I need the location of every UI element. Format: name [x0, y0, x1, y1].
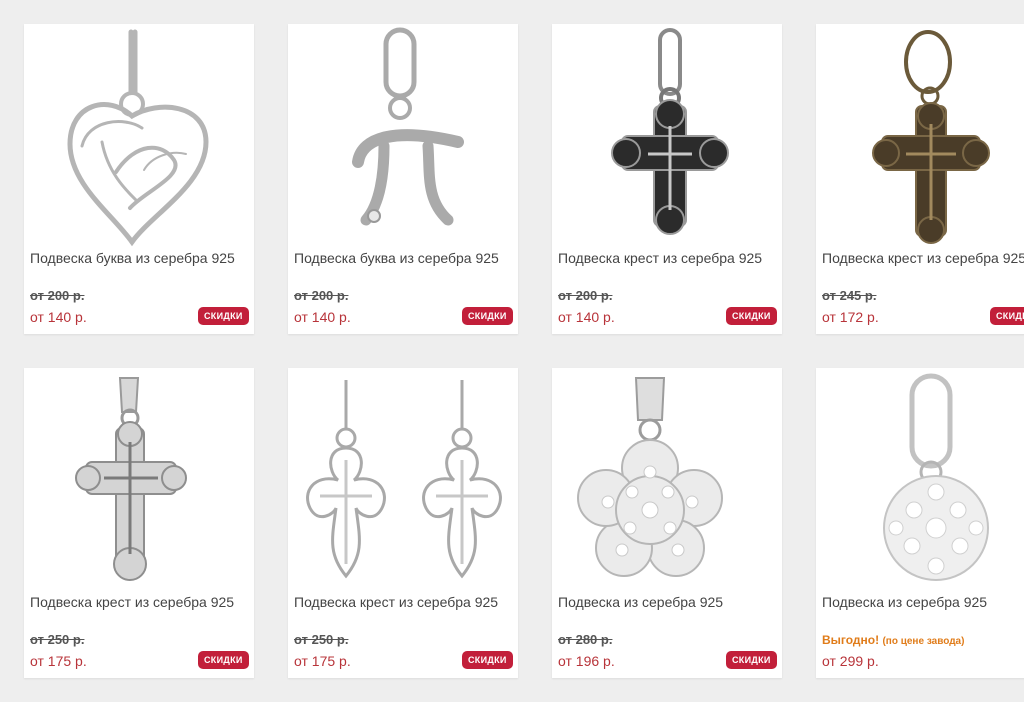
letter-p-pendant-image[interactable]: [288, 24, 518, 250]
old-price: от 200 р.: [294, 288, 349, 303]
old-price: от 250 р.: [294, 632, 349, 647]
discount-badge[interactable]: скидки: [198, 651, 249, 669]
product-title[interactable]: Подвеска крест из серебра 925: [30, 594, 254, 610]
product-title[interactable]: Подвеска крест из серебра 925: [294, 594, 518, 610]
product-card[interactable]: Подвеска из серебра 925 от 280 р. от 196…: [552, 368, 782, 678]
discount-badge[interactable]: скидки: [462, 651, 513, 669]
price: от 140 р.: [294, 309, 351, 325]
product-title[interactable]: Подвеска буква из серебра 925: [30, 250, 254, 266]
price: от 140 р.: [558, 309, 615, 325]
bronze-cross-pendant-image[interactable]: [816, 24, 1024, 250]
old-price: от 280 р.: [558, 632, 613, 647]
discount-badge[interactable]: скидки: [726, 307, 777, 325]
crystal-flower-pendant-image[interactable]: [552, 368, 782, 594]
old-price: от 245 р.: [822, 288, 877, 303]
crystal-ball-pendant-image[interactable]: [816, 368, 1024, 594]
promo-note: (по цене завода): [882, 636, 965, 647]
old-price: от 200 р.: [558, 288, 613, 303]
old-price: от 200 р.: [30, 288, 85, 303]
product-title[interactable]: Подвеска из серебра 925: [558, 594, 782, 610]
product-title[interactable]: Подвеска крест из серебра 925: [558, 250, 782, 266]
product-title[interactable]: Подвеска из серебра 925: [822, 594, 1024, 610]
price: от 172 р.: [822, 309, 879, 325]
discount-badge[interactable]: скидки: [462, 307, 513, 325]
price: от 175 р.: [294, 653, 351, 669]
promo-main: Выгодно!: [822, 633, 880, 647]
discount-badge[interactable]: скидки: [198, 307, 249, 325]
product-card[interactable]: Подвеска крест из серебра 925 от 250 р. …: [288, 368, 518, 678]
price: от 175 р.: [30, 653, 87, 669]
product-card[interactable]: Подвеска буква из серебра 925 от 200 р. …: [288, 24, 518, 334]
heart-letter-pendant-image[interactable]: [24, 24, 254, 250]
black-cross-pendant-image[interactable]: [552, 24, 782, 250]
product-card[interactable]: Подвеска буква из серебра 925 от 200 р. …: [24, 24, 254, 334]
product-title[interactable]: Подвеска крест из серебра 925: [822, 250, 1024, 266]
old-price: от 250 р.: [30, 632, 85, 647]
price: от 299 р.: [822, 653, 879, 669]
price: от 140 р.: [30, 309, 87, 325]
product-card[interactable]: Подвеска из серебра 925 Выгодно! (по цен…: [816, 368, 1024, 678]
product-title[interactable]: Подвеска буква из серебра 925: [294, 250, 518, 266]
filigree-cross-pair-image[interactable]: [288, 368, 518, 594]
discount-badge[interactable]: скидки: [990, 307, 1024, 325]
price: от 196 р.: [558, 653, 615, 669]
discount-badge[interactable]: скидки: [726, 651, 777, 669]
product-card[interactable]: Подвеска крест из серебра 925 от 200 р. …: [552, 24, 782, 334]
product-card[interactable]: Подвеска крест из серебра 925 от 245 р. …: [816, 24, 1024, 334]
silver-cross-pendant-image[interactable]: [24, 368, 254, 594]
promo-label: Выгодно! (по цене завода): [822, 633, 964, 647]
product-card[interactable]: Подвеска крест из серебра 925 от 250 р. …: [24, 368, 254, 678]
